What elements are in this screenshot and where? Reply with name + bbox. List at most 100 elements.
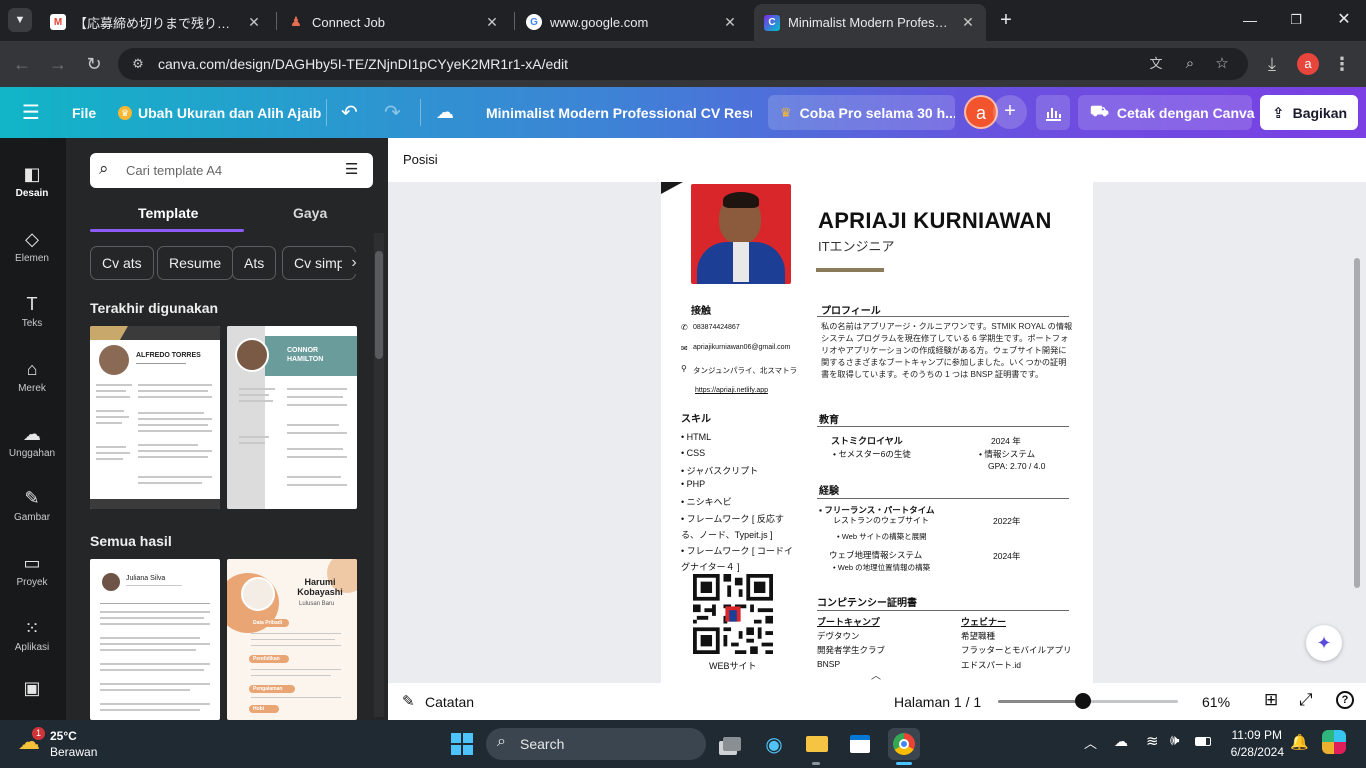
taskbar-search-box[interactable]: ⌕ Search bbox=[486, 728, 706, 760]
chevron-right-icon[interactable]: › bbox=[342, 252, 366, 274]
position-button[interactable]: Posisi bbox=[403, 152, 438, 167]
cv-location[interactable]: タンジュンパライ、北スマトラ bbox=[693, 365, 797, 376]
template-thumbnail-juliana-silva[interactable]: Juliana Silva bbox=[90, 559, 220, 720]
zoom-icon[interactable]: ⌕ bbox=[1176, 48, 1204, 80]
cv-cert-item[interactable]: デヴタウン bbox=[817, 630, 860, 642]
cv-exp1-detail[interactable]: • Web サイトの構築と展開 bbox=[837, 531, 927, 542]
skill-item[interactable]: • ニシキヘビ bbox=[681, 495, 732, 508]
chip-resume[interactable]: Resume bbox=[157, 246, 234, 280]
wifi-icon[interactable]: ≋ bbox=[1146, 732, 1159, 750]
cv-edu-major[interactable]: • 情報システム bbox=[979, 448, 1035, 460]
qr-code[interactable] bbox=[693, 574, 773, 654]
download-icon[interactable]: ⤓ bbox=[1260, 52, 1284, 76]
close-tab-icon[interactable]: ✕ bbox=[722, 14, 738, 31]
notification-bell-icon[interactable]: 🔔 bbox=[1290, 733, 1309, 751]
cv-exp1-sub[interactable]: レストランのウェブサイト bbox=[833, 515, 929, 526]
cv-edu-semester[interactable]: • セメスター6の生徒 bbox=[833, 448, 911, 460]
task-view-icon[interactable] bbox=[716, 728, 748, 760]
notes-icon[interactable]: ✎ bbox=[402, 692, 415, 710]
browser-tab-google[interactable]: G www.google.com ✕ bbox=[516, 6, 748, 38]
rail-item-photos[interactable]: ▣ bbox=[0, 678, 64, 718]
cv-job-title[interactable]: ITエンジニア bbox=[818, 236, 895, 255]
magic-resize-button[interactable]: ♛ Ubah Ukuran dan Alih Ajaib bbox=[118, 87, 321, 138]
cv-email[interactable]: apriajikurniawan06@gmail.com bbox=[693, 344, 790, 351]
file-menu-button[interactable]: File bbox=[72, 87, 96, 138]
clock-date[interactable]: 6/28/2024 bbox=[1224, 745, 1284, 759]
chip-ats[interactable]: Ats bbox=[232, 246, 277, 280]
tab-style[interactable]: Gaya bbox=[293, 205, 327, 221]
template-thumbnail-harumi-kobayashi[interactable]: Harumi Kobayashi Lulusan Baru Data Priba… bbox=[227, 559, 357, 720]
skill-item[interactable]: • フレームワーク [ コードイグナイター４ ] bbox=[681, 543, 799, 575]
filter-sliders-icon[interactable]: ☰ bbox=[345, 160, 358, 178]
zoom-percentage[interactable]: 61% bbox=[1202, 694, 1230, 710]
restore-window-icon[interactable]: ❐ bbox=[1284, 8, 1308, 32]
close-window-icon[interactable]: ✕ bbox=[1332, 8, 1356, 32]
cv-website-link[interactable]: https://apriaji.netlify.app bbox=[695, 387, 768, 394]
expand-pages-chevron-icon[interactable]: ︿ bbox=[854, 670, 898, 684]
cv-cert-col2-title[interactable]: ウェビナー bbox=[961, 615, 1006, 628]
clock-time[interactable]: 11:09 PM bbox=[1230, 728, 1282, 742]
cv-cert-item[interactable]: 希望職種 bbox=[961, 630, 995, 642]
cv-exp2-year[interactable]: 2024年 bbox=[993, 550, 1020, 562]
translate-icon[interactable]: 文 bbox=[1142, 48, 1170, 80]
document-title[interactable]: Minimalist Modern Professional CV Resu..… bbox=[486, 87, 752, 138]
rail-item-uploads[interactable]: ☁ Unggahan bbox=[0, 413, 64, 469]
help-icon[interactable]: ? bbox=[1336, 691, 1354, 709]
microsoft-store-icon[interactable] bbox=[844, 728, 876, 760]
rail-item-projects[interactable]: ▭ Proyek bbox=[0, 542, 64, 598]
cv-cert-item[interactable]: 開発者学生クラブ bbox=[817, 644, 885, 656]
browser-tab-canva[interactable]: C Minimalist Modern Professional ✕ bbox=[754, 4, 986, 41]
rail-item-draw[interactable]: ✎ Gambar bbox=[0, 477, 64, 533]
fullscreen-icon[interactable]: ⤢ bbox=[1299, 690, 1313, 710]
rail-item-brand[interactable]: ⌂ Merek bbox=[0, 348, 64, 404]
notes-button[interactable]: Catatan bbox=[425, 694, 474, 710]
insights-chart-icon[interactable] bbox=[1036, 95, 1070, 130]
close-tab-icon[interactable]: ✕ bbox=[246, 14, 262, 31]
cv-edu-year[interactable]: 2024 年 bbox=[991, 435, 1021, 447]
print-with-canva-button[interactable]: ⛟ Cetak dengan Canva bbox=[1078, 95, 1255, 130]
canvas-scrollbar[interactable] bbox=[1354, 258, 1360, 588]
reload-icon[interactable]: ↻ bbox=[82, 52, 106, 76]
skill-item[interactable]: • PHP bbox=[681, 479, 705, 489]
profile-avatar[interactable]: a bbox=[1297, 53, 1319, 75]
rail-item-elements[interactable]: ◇ Elemen bbox=[0, 218, 64, 274]
cv-exp2-detail[interactable]: • Web の地理位置情報の構築 bbox=[833, 562, 930, 573]
chip-cv-ats[interactable]: Cv ats bbox=[90, 246, 154, 280]
rail-item-text[interactable]: T Teks bbox=[0, 283, 64, 339]
bookmark-star-icon[interactable]: ☆ bbox=[1208, 48, 1236, 80]
cloud-saved-icon[interactable]: ☁ bbox=[436, 87, 454, 138]
cv-profile-photo[interactable] bbox=[691, 184, 791, 284]
cv-edu-school[interactable]: ストミクロイヤル bbox=[831, 434, 903, 447]
cv-phone[interactable]: 083874424867 bbox=[693, 324, 740, 331]
cv-exp2-title[interactable]: ウェブ地理情報システム bbox=[829, 549, 922, 561]
template-thumbnail-alfredo-torres[interactable]: ALFREDO TORRES bbox=[90, 326, 220, 509]
battery-icon[interactable] bbox=[1195, 737, 1211, 746]
cv-cert-item[interactable]: エドスパート.id bbox=[961, 659, 1021, 671]
rail-item-design[interactable]: ◧ Desain bbox=[0, 153, 64, 209]
rail-item-apps[interactable]: ⁙ Aplikasi bbox=[0, 607, 64, 663]
cv-contact-heading[interactable]: 接触 bbox=[691, 302, 711, 317]
cv-cert-heading[interactable]: コンピテンシー証明書 bbox=[817, 594, 917, 609]
undo-icon[interactable]: ↶ bbox=[341, 87, 358, 138]
zoom-slider-handle[interactable] bbox=[1074, 693, 1091, 709]
edge-browser-icon[interactable]: ◉ bbox=[758, 728, 790, 760]
tab-template[interactable]: Template bbox=[138, 205, 198, 221]
browser-tab-connectjob[interactable]: ♟ Connect Job ✕ bbox=[278, 6, 510, 38]
cv-skills-heading[interactable]: スキル bbox=[681, 410, 711, 425]
tray-chevron-up-icon[interactable]: ︿ bbox=[1084, 733, 1097, 752]
redo-icon[interactable]: ↷ bbox=[384, 87, 401, 138]
cv-qr-label[interactable]: WEBサイト bbox=[709, 659, 757, 672]
cv-name[interactable]: APRIAJI KURNIAWAN bbox=[818, 208, 1052, 234]
cv-cert-col1-title[interactable]: ブートキャンプ bbox=[817, 615, 880, 628]
cv-exp1-year[interactable]: 2022年 bbox=[993, 515, 1020, 527]
chrome-icon[interactable] bbox=[888, 728, 920, 760]
browser-tab-gmail[interactable]: M 【応募締め切りまで残り３日】日本 ✕ bbox=[40, 6, 272, 38]
copilot-icon[interactable] bbox=[1322, 730, 1346, 754]
weather-condition[interactable]: Berawan bbox=[50, 745, 97, 759]
cv-cert-item[interactable]: フラッターとモバイルアプリ bbox=[961, 644, 1072, 656]
back-icon[interactable]: ← bbox=[10, 52, 34, 76]
try-pro-button[interactable]: ♛ Coba Pro selama 30 h... bbox=[768, 95, 955, 130]
close-tab-icon[interactable]: ✕ bbox=[484, 14, 500, 31]
zoom-slider[interactable] bbox=[998, 693, 1178, 709]
magic-assistant-button[interactable]: ✦ bbox=[1306, 625, 1342, 661]
